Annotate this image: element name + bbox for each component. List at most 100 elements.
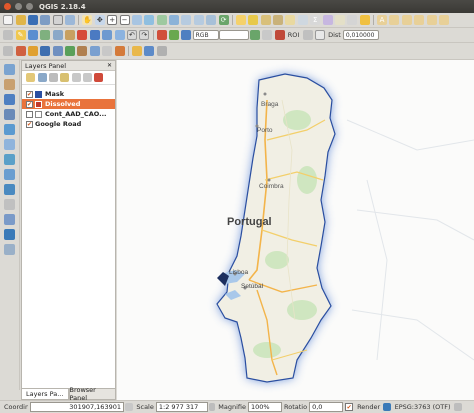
zoom-native-icon[interactable] (131, 15, 142, 25)
zoom-out-icon[interactable]: − (119, 15, 130, 25)
layer-visibility-checkbox[interactable]: ✔ (26, 120, 33, 128)
add-raster-side-icon[interactable] (4, 79, 15, 90)
node-tool-icon[interactable] (65, 30, 76, 40)
delete-selected-icon[interactable] (77, 30, 88, 40)
add-wms-layer-icon[interactable] (65, 46, 76, 56)
select-features-icon[interactable] (248, 15, 259, 25)
layer-visibility-checkbox[interactable] (26, 110, 33, 118)
measure-icon[interactable] (322, 15, 333, 25)
rotation-field[interactable]: 0,0 (309, 402, 344, 412)
magnifier-field[interactable]: 100% (248, 402, 282, 412)
add-group-icon[interactable] (37, 73, 47, 82)
semi-auto-classification-icon[interactable] (156, 30, 167, 40)
add-mssql-side-icon[interactable] (4, 124, 15, 135)
tab-browser-panel[interactable]: Browser Panel (68, 386, 116, 402)
save-edits-icon[interactable] (27, 30, 38, 40)
expand-all-icon[interactable] (71, 73, 81, 82)
zoom-last-icon[interactable] (181, 15, 192, 25)
messages-icon[interactable] (453, 403, 462, 411)
add-vector-layer-icon[interactable] (15, 46, 26, 56)
redo-icon[interactable]: ↷ (139, 30, 150, 40)
add-spatialite-layer-icon[interactable] (52, 46, 63, 56)
coordinate-field[interactable]: 301907,163901 (30, 402, 124, 412)
roi-show-icon[interactable] (314, 30, 325, 40)
manage-visibility-icon[interactable] (48, 73, 58, 82)
copy-features-icon[interactable] (102, 30, 113, 40)
label-change-icon[interactable] (438, 15, 449, 25)
crs-label[interactable]: EPSG:3763 (OTF) (395, 403, 451, 411)
roi-icon[interactable] (181, 30, 192, 40)
open-layer-styling-icon[interactable] (26, 73, 36, 82)
identify-icon[interactable] (235, 15, 246, 25)
open-project-icon[interactable] (15, 15, 26, 25)
maximize-window-icon[interactable] (26, 3, 33, 10)
band-select-combo[interactable] (218, 30, 249, 40)
label-tool-icon[interactable]: A (377, 15, 388, 25)
map-canvas[interactable]: Braga Porto Coimbra Portugal Lisboa Setú… (117, 60, 474, 400)
panel-close-icon[interactable]: ✕ (107, 62, 112, 69)
add-wfs-layer-icon[interactable] (89, 46, 100, 56)
composer-manager-icon[interactable] (65, 15, 76, 25)
new-map-view-icon[interactable] (206, 15, 217, 25)
add-oracle-side-icon[interactable] (4, 139, 15, 150)
add-wcs-layer-icon[interactable] (77, 46, 88, 56)
add-spatialite-side-icon[interactable] (4, 109, 15, 120)
zoom-to-layer-icon[interactable] (169, 15, 180, 25)
move-feature-icon[interactable] (52, 30, 63, 40)
add-delimited-side-icon[interactable] (4, 199, 15, 210)
add-arcgis-icon[interactable] (4, 229, 15, 240)
field-calculator-icon[interactable] (297, 15, 308, 25)
digitize-toggle-icon[interactable] (3, 30, 14, 40)
label-move-icon[interactable] (414, 15, 425, 25)
layer-row-cont-aad[interactable]: Cont_AAD_CAO... (22, 109, 115, 119)
roi-redo-icon[interactable] (302, 30, 313, 40)
minimize-window-icon[interactable] (15, 3, 22, 10)
add-delimited-text-icon[interactable] (102, 46, 113, 56)
zoom-to-selection-icon[interactable] (156, 15, 167, 25)
refresh-icon[interactable]: ⟳ (218, 15, 229, 25)
deselect-icon[interactable] (273, 15, 284, 25)
render-checkbox[interactable]: ✔ (345, 403, 354, 411)
pan-icon[interactable]: ✋ (82, 15, 93, 25)
add-postgis-layer-icon[interactable] (40, 46, 51, 56)
label-rotate-icon[interactable] (426, 15, 437, 25)
layer-row-mask[interactable]: ✔ Mask (22, 89, 115, 99)
paste-features-icon[interactable] (114, 30, 125, 40)
tab-layers-panel[interactable]: Layers Pa... (21, 388, 69, 400)
new-project-icon[interactable] (3, 15, 14, 25)
add-database-side-icon[interactable] (4, 94, 15, 105)
roi-create-icon[interactable] (274, 30, 285, 40)
python-console-icon[interactable] (131, 46, 142, 56)
add-virtual-layer-icon[interactable] (4, 214, 15, 225)
filter-legend-icon[interactable] (60, 73, 70, 82)
bookmark-icon[interactable] (359, 15, 370, 25)
remove-layer-icon[interactable] (94, 73, 104, 82)
zoom-in-icon[interactable]: + (107, 15, 118, 25)
print-composer-icon[interactable] (52, 15, 63, 25)
annotation-icon[interactable] (334, 15, 345, 25)
add-mesh-icon[interactable] (4, 244, 15, 255)
cut-features-icon[interactable] (89, 30, 100, 40)
coordinate-toggle-icon[interactable] (125, 403, 134, 411)
label-show-icon[interactable] (401, 15, 412, 25)
map-tips-icon[interactable] (347, 15, 358, 25)
dist-value-field[interactable]: 0,010000 (342, 30, 379, 40)
layer-row-google-road[interactable]: ✔ Google Road (22, 119, 115, 129)
new-shapefile-icon[interactable] (114, 46, 125, 56)
add-feature-icon[interactable] (40, 30, 51, 40)
scale-lock-icon[interactable] (209, 403, 216, 411)
zoom-next-icon[interactable] (193, 15, 204, 25)
layer-row-dissolved[interactable]: ✔ Dissolved (22, 99, 115, 109)
save-as-icon[interactable] (40, 15, 51, 25)
layer-visibility-checkbox[interactable]: ✔ (26, 90, 33, 98)
add-wcs-side-icon[interactable] (4, 169, 15, 180)
add-raster-layer-icon[interactable] (27, 46, 38, 56)
pan-to-selection-icon[interactable]: ✥ (94, 15, 105, 25)
show-raster-icon[interactable] (249, 30, 260, 40)
statistics-icon[interactable]: Σ (310, 15, 321, 25)
add-wfs-side-icon[interactable] (4, 184, 15, 195)
band-set-icon[interactable] (169, 30, 180, 40)
undo-icon[interactable]: ↶ (126, 30, 137, 40)
raster-band-combo[interactable]: RGB (192, 30, 219, 40)
open-attribute-table-icon[interactable] (285, 15, 296, 25)
